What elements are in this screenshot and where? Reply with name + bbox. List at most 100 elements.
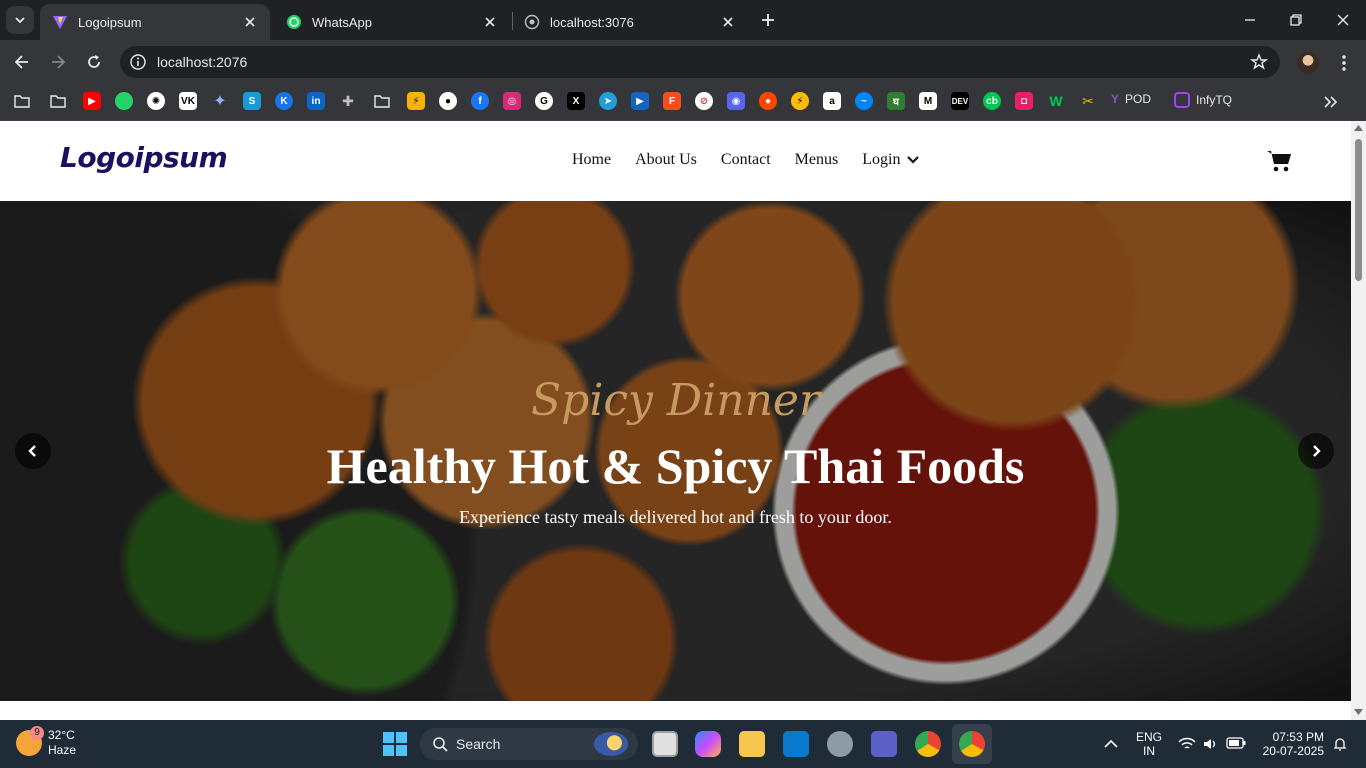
bookmark-pod[interactable]: Y POD <box>1111 92 1151 106</box>
chatgpt-icon[interactable]: ✺ <box>147 92 165 110</box>
linkedin-icon[interactable]: in <box>307 92 325 110</box>
video-icon[interactable]: ▶ <box>631 92 649 110</box>
battery-icon[interactable] <box>1226 737 1246 749</box>
discord-icon[interactable]: ◉ <box>727 92 745 110</box>
site-info-icon[interactable] <box>129 53 147 71</box>
address-bar[interactable]: localhost:2076 <box>120 46 1280 78</box>
nav-about[interactable]: About Us <box>635 151 697 169</box>
chrome-profile-icon[interactable] <box>959 731 985 757</box>
tab-search-button[interactable] <box>6 6 34 34</box>
news-icon[interactable]: घ <box>887 92 905 110</box>
minimize-icon[interactable] <box>1240 10 1260 30</box>
tab-whatsapp[interactable]: WhatsApp <box>274 4 510 40</box>
folder-icon[interactable] <box>373 92 391 110</box>
settings-icon[interactable] <box>827 731 853 757</box>
site-navbar: Logoipsum Home About Us Contact Menus Lo… <box>0 121 1351 201</box>
telegram-icon[interactable]: ➤ <box>599 92 617 110</box>
more-menu-icon[interactable] <box>1334 53 1354 73</box>
app-icon[interactable]: ✂ <box>1079 92 1097 110</box>
page-scrollbar[interactable] <box>1351 121 1366 720</box>
profile-avatar[interactable] <box>1297 52 1319 74</box>
close-window-icon[interactable] <box>1333 10 1353 30</box>
taskbar-search[interactable]: Search <box>420 728 638 760</box>
skype-icon[interactable]: S <box>243 92 261 110</box>
instagram-icon[interactable]: ◎ <box>503 92 521 110</box>
copilot-icon[interactable] <box>695 731 721 757</box>
new-tab-icon[interactable] <box>758 10 778 30</box>
back-icon[interactable] <box>12 52 32 72</box>
bookmark-infytq[interactable]: InfyTQ <box>1174 92 1232 108</box>
messenger-icon[interactable]: ~ <box>855 92 873 110</box>
vk-icon[interactable]: VK <box>179 92 197 110</box>
weather-widget[interactable]: 9 32°C Haze <box>16 726 76 758</box>
close-icon[interactable] <box>482 14 498 30</box>
amazon-icon[interactable]: a <box>823 92 841 110</box>
file-explorer-icon[interactable] <box>739 731 765 757</box>
bookmarks-bar: ▶ ✺ VK ✦ S K in ✚ ⚡ ● f ◎ G X ➤ ▶ F ⊘ ◉ … <box>0 84 1366 121</box>
scroll-up-icon[interactable] <box>1354 124 1363 132</box>
kotlin-icon[interactable]: K <box>275 92 293 110</box>
whatsapp-bookmark-icon[interactable] <box>115 92 133 110</box>
notification-badge: 9 <box>30 726 44 740</box>
gemini-icon[interactable]: ✦ <box>211 92 229 110</box>
close-icon[interactable] <box>242 14 258 30</box>
w-icon[interactable]: W <box>1047 92 1065 110</box>
wifi-icon[interactable] <box>1178 736 1196 752</box>
facebook-icon[interactable]: f <box>471 92 489 110</box>
tab-strip: Logoipsum WhatsApp localhost:3076 <box>0 0 1366 40</box>
nav-menus[interactable]: Menus <box>795 151 839 169</box>
browser-toolbar: localhost:2076 <box>0 40 1366 84</box>
nav-login-dropdown[interactable]: Login <box>862 151 920 169</box>
flipkart-icon[interactable]: ⚡ <box>791 92 809 110</box>
page-viewport: Logoipsum Home About Us Contact Menus Lo… <box>0 121 1351 720</box>
scroll-down-icon[interactable] <box>1354 708 1363 716</box>
teams-icon[interactable] <box>871 731 897 757</box>
x-twitter-icon[interactable]: X <box>567 92 585 110</box>
folder-icon[interactable] <box>13 92 31 110</box>
chrome-icon[interactable] <box>915 731 941 757</box>
hacker-icon[interactable]: ⚡ <box>407 92 425 110</box>
clock[interactable]: 07:53 PM 20-07-2025 <box>1258 730 1324 758</box>
restore-icon[interactable] <box>1286 10 1306 30</box>
task-view-icon[interactable] <box>652 731 678 757</box>
chevron-up-icon[interactable] <box>1103 737 1119 751</box>
folder-icon[interactable] <box>49 92 67 110</box>
dev-icon[interactable]: DEV <box>951 92 969 110</box>
youtube-icon[interactable]: ▶ <box>83 92 101 110</box>
site-logo[interactable]: Logoipsum <box>60 141 228 174</box>
bookmark-label: InfyTQ <box>1196 93 1233 107</box>
carousel-prev-button[interactable] <box>15 433 51 469</box>
google-lens-icon[interactable]: G <box>535 92 553 110</box>
scrollbar-thumb[interactable] <box>1355 139 1362 281</box>
volume-icon[interactable] <box>1202 736 1218 752</box>
figma-icon[interactable]: F <box>663 92 681 110</box>
extension-icon[interactable]: ✚ <box>339 92 357 110</box>
hero-subtitle: Spicy Dinner <box>531 375 820 426</box>
pinterest-icon[interactable]: ⊘ <box>695 92 713 110</box>
language-indicator[interactable]: ENG IN <box>1136 730 1162 758</box>
tab-localhost-3076[interactable]: localhost:3076 <box>512 4 748 40</box>
vscode-icon[interactable] <box>783 731 809 757</box>
github-icon[interactable]: ● <box>439 92 457 110</box>
medium-icon[interactable]: M <box>919 92 937 110</box>
start-button[interactable] <box>383 732 407 756</box>
bookmark-star-icon[interactable] <box>1250 53 1268 71</box>
close-icon[interactable] <box>720 14 736 30</box>
whatsapp-icon <box>287 15 301 29</box>
clock-time: 07:53 PM <box>1272 730 1324 744</box>
chevron-double-right-icon[interactable] <box>1320 92 1340 112</box>
weather-haze-icon: 9 <box>16 726 44 756</box>
app-icon[interactable]: ◘ <box>1015 92 1033 110</box>
forward-icon[interactable] <box>48 52 68 72</box>
reload-icon[interactable] <box>84 52 104 72</box>
carousel-next-button[interactable] <box>1298 433 1334 469</box>
shopping-cart-icon[interactable] <box>1266 149 1292 173</box>
reddit-icon[interactable]: ● <box>759 92 777 110</box>
notification-bell-icon[interactable] <box>1332 736 1348 752</box>
tab-logoipsum[interactable]: Logoipsum <box>40 4 270 40</box>
bookmark-label: POD <box>1125 92 1152 106</box>
nav-home[interactable]: Home <box>572 151 611 169</box>
codechef-icon[interactable]: cb <box>983 92 1001 110</box>
tab-title: Logoipsum <box>78 14 142 30</box>
nav-contact[interactable]: Contact <box>721 151 771 169</box>
